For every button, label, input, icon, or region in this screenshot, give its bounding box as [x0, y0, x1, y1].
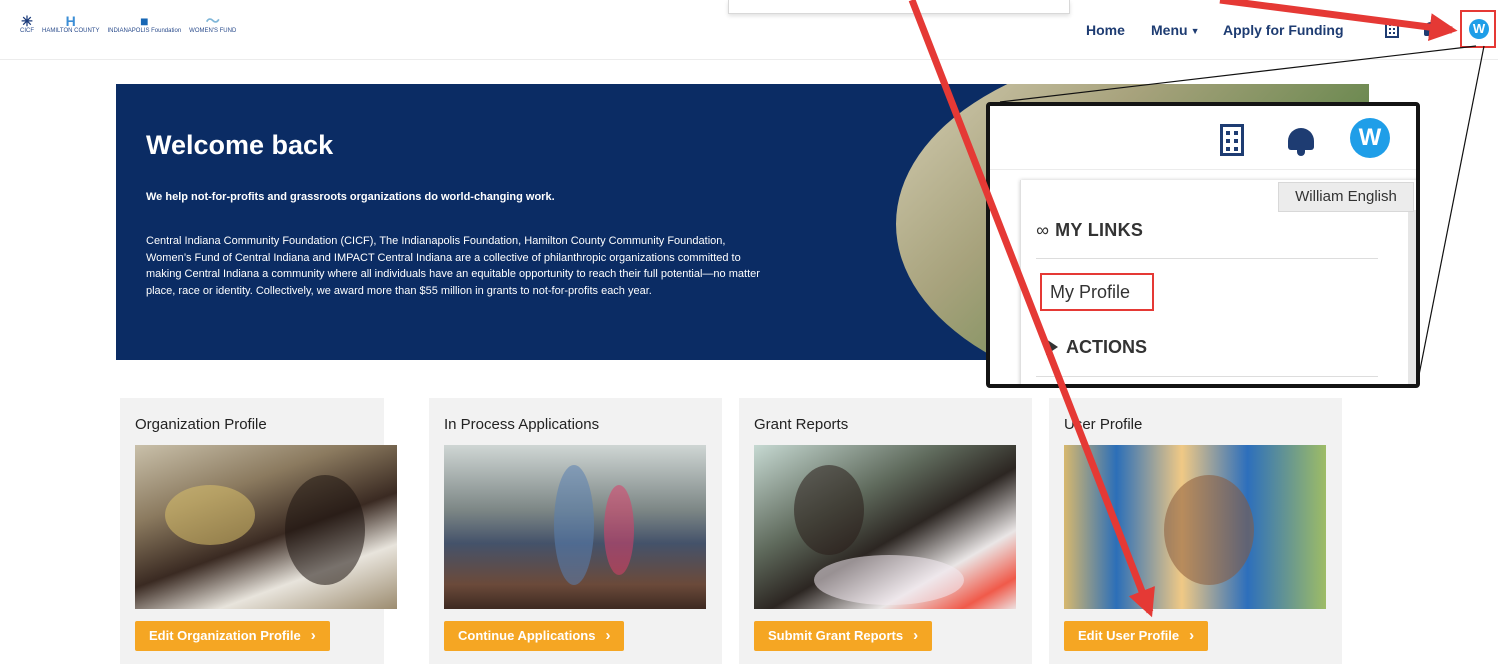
card-photo	[135, 445, 397, 609]
nav-apply-for-funding-link[interactable]: Apply for Funding	[1223, 22, 1344, 38]
cicf-logo-text: CICF	[20, 28, 34, 34]
actions-heading[interactable]: ACTIONS	[1046, 337, 1147, 358]
callout-connector-line	[1417, 45, 1485, 381]
user-avatar-icon[interactable]: W	[1469, 19, 1489, 39]
card-title: Grant Reports	[754, 416, 849, 433]
user-avatar-icon[interactable]: W	[1350, 118, 1390, 158]
chevron-down-icon: ▼	[1190, 26, 1200, 36]
hero-tagline: We help not-for-profits and grassroots o…	[146, 191, 555, 203]
card-photo	[754, 445, 1016, 609]
indianapolis-foundation-logo-text: INDIANAPOLIS Foundation	[107, 28, 182, 34]
womens-fund-logo-text: WOMEN'S FUND	[189, 28, 237, 34]
chevron-right-icon: ›	[310, 627, 316, 644]
popup-edge	[728, 0, 1070, 14]
card-title: User Profile	[1064, 416, 1143, 433]
avatar-highlight-box: W	[1460, 10, 1496, 48]
user-profile-card: User Profile Edit User Profile ›	[1049, 398, 1342, 664]
my-links-heading: ∞ MY LINKS	[1036, 220, 1143, 241]
card-photo	[1064, 445, 1326, 609]
edit-user-profile-button[interactable]: Edit User Profile ›	[1064, 621, 1209, 651]
button-label: Edit Organization Profile	[149, 628, 301, 643]
link-icon: ∞	[1036, 220, 1050, 240]
cicf-logo[interactable]: ✳ CICF	[20, 14, 34, 35]
bell-icon[interactable]	[1288, 126, 1314, 156]
chevron-right-icon: ›	[1189, 627, 1195, 644]
top-nav-bar: ✳ CICF H HAMILTON COUNTY ■ INDIANAPOLIS Fou…	[0, 0, 1498, 60]
button-label: Edit User Profile	[1078, 628, 1180, 643]
divider	[1036, 258, 1378, 259]
zoom-callout: W William English ∞ MY LINKS My Profile A…	[986, 102, 1420, 388]
nav-menu-dropdown[interactable]: Menu ▼	[1151, 22, 1199, 38]
card-photo	[444, 445, 706, 609]
building-icon[interactable]	[1385, 20, 1399, 38]
indianapolis-foundation-logo[interactable]: ■ INDIANAPOLIS Foundation	[107, 14, 181, 35]
play-triangle-icon	[1046, 339, 1058, 355]
hamilton-county-logo[interactable]: H HAMILTON COUNTY	[42, 14, 99, 35]
card-title: In Process Applications	[444, 416, 600, 433]
womens-fund-logo[interactable]: 〜 WOMEN'S FUND	[189, 14, 236, 35]
chevron-right-icon: ›	[605, 627, 611, 644]
button-label: Continue Applications	[458, 628, 596, 643]
page-root: ✳ CICF H HAMILTON COUNTY ■ INDIANAPOLIS Fou…	[0, 0, 1498, 664]
edit-organization-profile-button[interactable]: Edit Organization Profile ›	[135, 621, 330, 651]
hero-description: Central Indiana Community Foundation (CI…	[146, 235, 760, 297]
card-title: Organization Profile	[135, 416, 267, 433]
hamilton-county-logo-text: HAMILTON COUNTY	[42, 28, 100, 34]
in-process-applications-card: In Process Applications Continue Applica…	[429, 398, 722, 664]
divider	[1036, 376, 1378, 377]
organization-profile-card: Organization Profile Edit Organization P…	[120, 398, 397, 664]
partner-logos[interactable]: ✳ CICF H HAMILTON COUNTY ■ INDIANAPOLIS Fou…	[20, 14, 236, 35]
submit-grant-reports-button[interactable]: Submit Grant Reports ›	[754, 621, 933, 651]
chevron-right-icon: ›	[913, 627, 919, 644]
continue-applications-button[interactable]: Continue Applications ›	[444, 621, 625, 651]
hero-title: Welcome back	[146, 130, 334, 160]
building-icon[interactable]	[1220, 124, 1244, 156]
bell-icon[interactable]	[1424, 22, 1438, 36]
my-profile-link[interactable]: My Profile	[1040, 273, 1154, 311]
user-name-tooltip: William English	[1278, 182, 1414, 212]
button-label: Submit Grant Reports	[768, 628, 904, 643]
grant-reports-card: Grant Reports Submit Grant Reports ›	[739, 398, 1032, 664]
my-links-label: MY LINKS	[1055, 220, 1144, 240]
nav-home-link[interactable]: Home	[1086, 22, 1125, 38]
actions-label: ACTIONS	[1066, 337, 1147, 357]
nav-menu-label: Menu	[1151, 22, 1188, 38]
dropdown-scrollbar[interactable]	[1408, 210, 1416, 384]
